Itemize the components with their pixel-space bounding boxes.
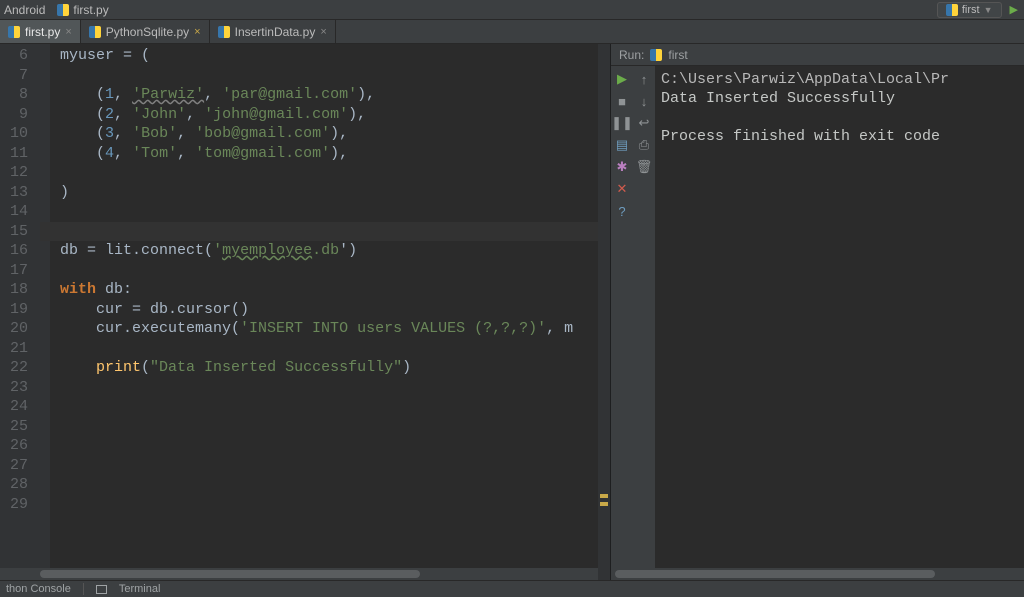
breadcrumb-project-label: Android [4,3,45,17]
breadcrumb-file[interactable]: first.py [57,3,108,17]
up-arrow-icon[interactable]: ↑ [637,72,651,86]
run-target: first [668,48,687,62]
separator [83,583,84,595]
trash-icon[interactable]: 🗑 [637,160,651,174]
run-label: Run: [619,48,644,62]
python-file-icon [650,49,662,61]
fold-column [36,44,50,568]
pause-icon[interactable]: ❚❚ [615,116,629,130]
python-file-icon [946,4,958,16]
down-arrow-icon[interactable]: ↓ [637,94,651,108]
console-line: Process finished with exit code [661,128,949,145]
editor-marker-strip [598,44,610,580]
stop-icon[interactable]: ■ [615,94,629,108]
console-line: Data Inserted Successfully [661,90,895,107]
tab-first-py[interactable]: first.py × [0,20,81,43]
console-output[interactable]: C:\Users\Parwiz\AppData\Local\Pr Data In… [655,66,1024,568]
breadcrumb-file-label: first.py [73,3,108,17]
editor-horizontal-scrollbar[interactable] [0,568,598,580]
warning-marker[interactable] [600,494,608,498]
print-icon[interactable]: ⎙ [637,138,651,152]
dump-icon[interactable]: ✱ [615,160,629,174]
terminal-tab[interactable]: Terminal [119,583,161,595]
run-toolbar-right: ↑ ↓ ↩ ⎙ 🗑 [633,66,655,568]
line-number-gutter: 6789101112131415161718192021222324252627… [0,44,36,568]
code-content[interactable]: myuser = ( (1, 'Parwiz', 'par@gmail.com'… [50,44,598,568]
tab-close-icon[interactable]: × [194,26,200,38]
nav-bar: Android first.py first ▼ ▶ [0,0,1024,20]
run-config-label: first [962,4,980,16]
wrap-icon[interactable]: ↩ [637,116,651,130]
scrollbar-thumb[interactable] [615,570,935,578]
run-tool-window: Run: first ▶ ■ ❚❚ ▤ ✱ ✕ ? ↑ ↓ ↩ ⎙ 🗑 C:\U… [610,44,1024,580]
console-horizontal-scrollbar[interactable] [611,568,1024,580]
tab-label: PythonSqlite.py [106,25,189,39]
breadcrumb-project[interactable]: Android [4,3,45,17]
tab-insertindata-py[interactable]: InsertinData.py × [210,20,336,43]
tab-label: InsertinData.py [235,25,316,39]
tab-close-icon[interactable]: × [320,26,326,38]
run-button[interactable]: ▶ [1010,3,1018,16]
editor-pane: 6789101112131415161718192021222324252627… [0,44,598,580]
editor-tab-bar: first.py × PythonSqlite.py × InsertinDat… [0,20,1024,44]
dropdown-arrow-icon: ▼ [984,5,993,15]
caret-line-highlight [40,222,598,242]
run-toolbar-left: ▶ ■ ❚❚ ▤ ✱ ✕ ? [611,66,633,568]
python-file-icon [57,4,69,16]
tab-close-icon[interactable]: × [65,26,71,38]
python-file-icon [89,26,101,38]
main-split: 6789101112131415161718192021222324252627… [0,44,1024,580]
rerun-icon[interactable]: ▶ [615,72,629,86]
layout-icon[interactable]: ▤ [615,138,629,152]
python-file-icon [218,26,230,38]
console-line: C:\Users\Parwiz\AppData\Local\Pr [661,71,949,88]
help-icon[interactable]: ? [615,204,629,218]
code-editor[interactable]: 6789101112131415161718192021222324252627… [0,44,598,568]
warning-marker[interactable] [600,502,608,506]
close-icon[interactable]: ✕ [615,182,629,196]
python-file-icon [8,26,20,38]
bottom-tool-bar: thon Console Terminal [0,580,1024,597]
terminal-icon [96,585,107,594]
run-header: Run: first [611,44,1024,66]
python-console-tab[interactable]: thon Console [6,583,71,595]
tab-pythonsqlite-py[interactable]: PythonSqlite.py × [81,20,210,43]
run-config-dropdown[interactable]: first ▼ [937,2,1002,18]
scrollbar-thumb[interactable] [40,570,420,578]
tab-label: first.py [25,25,60,39]
